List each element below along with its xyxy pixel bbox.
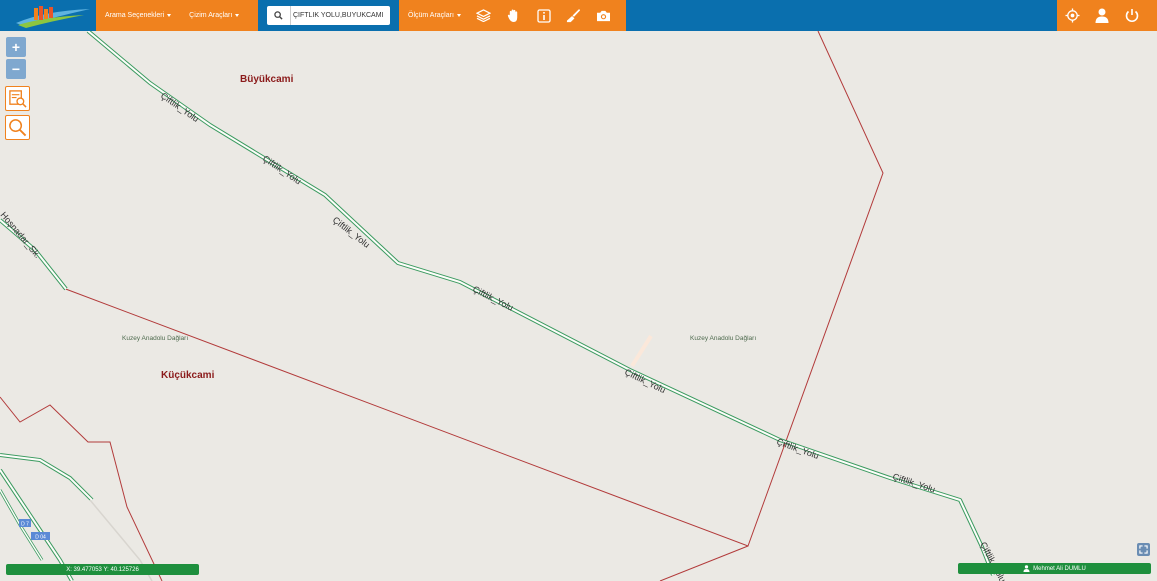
zoom-in-button[interactable]: + bbox=[6, 37, 26, 57]
menu-group-tools: Ölçüm Araçları bbox=[399, 0, 626, 31]
map-view[interactable]: D 7 D 04 Çiftlik_Yolu Çiftlik_Yolu Çiftl… bbox=[0, 31, 1157, 581]
user-name: Mehmet Ali DUMLU bbox=[1033, 565, 1086, 572]
chevron-down-icon bbox=[235, 13, 240, 17]
brush-icon bbox=[567, 8, 581, 23]
search-input[interactable] bbox=[293, 8, 385, 22]
layers-button[interactable] bbox=[469, 0, 499, 31]
power-icon bbox=[1125, 9, 1139, 23]
zoom-search-button[interactable] bbox=[5, 115, 30, 140]
road-label: Çiftlik_Yolu bbox=[261, 153, 303, 186]
info-icon bbox=[537, 8, 551, 23]
district-boundary bbox=[659, 545, 749, 581]
road-label: Çiftlik_Yolu bbox=[471, 284, 515, 313]
street-label: Hoşnadar_Sk. bbox=[0, 210, 43, 260]
chevron-down-icon bbox=[456, 13, 461, 17]
road-badge-2-text: D 04 bbox=[35, 535, 46, 541]
natural-feature-label: Kuzey Anadolu Dağları bbox=[122, 335, 189, 342]
measure-tools-menu[interactable]: Ölçüm Araçları bbox=[399, 12, 469, 19]
road-label: Çiftlik_Yolu bbox=[891, 471, 936, 494]
app-logo[interactable] bbox=[14, 3, 92, 28]
layer-search-button[interactable] bbox=[5, 86, 30, 111]
coordinate-readout: X: 39.477053 Y: 40.125726 bbox=[6, 564, 199, 575]
road-badge-text: D 7 bbox=[21, 522, 29, 528]
search-icon bbox=[274, 11, 283, 20]
measure-tools-label: Ölçüm Araçları bbox=[408, 12, 454, 19]
drawing-tools-menu[interactable]: Çizim Araçları bbox=[171, 12, 240, 19]
search-box bbox=[267, 6, 390, 25]
track bbox=[630, 334, 653, 368]
user-badge[interactable]: Mehmet Ali DUMLU bbox=[958, 563, 1151, 574]
top-toolbar: Arama Seçenekleri Çizim Araçları Ölçüm A… bbox=[0, 0, 1157, 31]
user-icon bbox=[1023, 565, 1030, 572]
camera-icon bbox=[597, 10, 611, 22]
hand-icon bbox=[508, 9, 518, 22]
crosshair-icon bbox=[1064, 8, 1080, 23]
locate-button[interactable] bbox=[1057, 0, 1087, 31]
search-options-menu[interactable]: Arama Seçenekleri bbox=[96, 12, 172, 19]
expand-icon bbox=[1139, 545, 1148, 554]
info-button[interactable] bbox=[529, 0, 559, 31]
zoom-out-button[interactable]: − bbox=[6, 59, 26, 79]
drawing-tools-label: Çizim Araçları bbox=[189, 12, 233, 19]
search-options-label: Arama Seçenekleri bbox=[105, 12, 165, 19]
document-search-icon bbox=[9, 90, 27, 108]
clear-button[interactable] bbox=[559, 0, 589, 31]
pan-button[interactable] bbox=[499, 0, 529, 31]
fullscreen-button[interactable] bbox=[1137, 543, 1150, 556]
layers-icon bbox=[476, 9, 492, 22]
menu-group-left: Arama Seçenekleri Çizim Araçları bbox=[96, 0, 258, 31]
logout-button[interactable] bbox=[1117, 0, 1147, 31]
road-label: Çiftlik_Yolu bbox=[623, 367, 667, 395]
road-label: Çiftlik_Yolu bbox=[775, 436, 820, 461]
natural-feature-label: Kuzey Anadolu Dağları bbox=[690, 335, 757, 342]
screenshot-button[interactable] bbox=[589, 0, 619, 31]
search-button[interactable] bbox=[267, 6, 291, 25]
road-ciftlik-yolu bbox=[86, 31, 995, 576]
user-button[interactable] bbox=[1087, 0, 1117, 31]
place-label: Büyükcami bbox=[240, 74, 294, 85]
map-canvas: D 7 D 04 Çiftlik_Yolu Çiftlik_Yolu Çiftl… bbox=[0, 31, 1008, 581]
place-label: Küçükcami bbox=[161, 370, 215, 381]
user-icon bbox=[1095, 8, 1109, 23]
road-label: Çiftlik_Yolu bbox=[159, 90, 201, 124]
magnifier-icon bbox=[9, 119, 27, 137]
menu-group-right bbox=[1057, 0, 1157, 31]
